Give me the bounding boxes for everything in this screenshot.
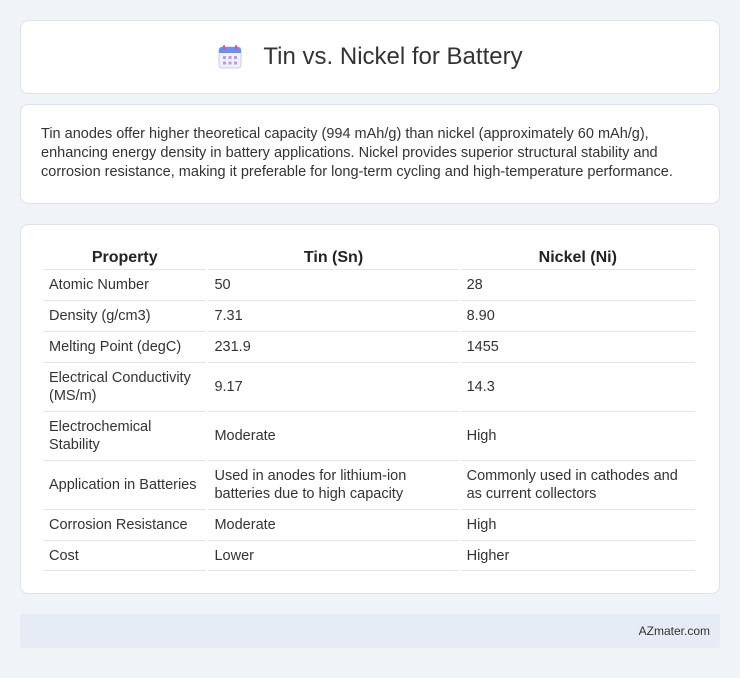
header-property: Property bbox=[91, 249, 158, 266]
nickel-value-cell: 8.90 bbox=[460, 300, 695, 331]
header: Tin vs. Nickel for Battery bbox=[217, 43, 523, 71]
table-row: Melting Point (degC) 231.9 1455 bbox=[43, 331, 695, 362]
nickel-value-cell: High bbox=[460, 509, 695, 540]
property-cell: Corrosion Resistance bbox=[43, 509, 207, 540]
summary-text: Tin anodes offer higher theoretical capa… bbox=[41, 126, 673, 180]
table-row: Cost Lower Higher bbox=[43, 540, 695, 571]
tin-value-cell: 50 bbox=[208, 269, 459, 300]
table-row: Electrical Conductivity (MS/m) 9.17 14.3 bbox=[43, 362, 695, 411]
property-cell: Density (g/cm3) bbox=[43, 300, 207, 331]
tin-value-cell: Lower bbox=[208, 540, 459, 571]
tin-value-cell: Used in anodes for lithium-ion batteries… bbox=[208, 460, 459, 509]
nickel-value-cell: 28 bbox=[460, 269, 695, 300]
header-card: Tin vs. Nickel for Battery bbox=[20, 20, 720, 94]
property-cell: Atomic Number bbox=[43, 269, 207, 300]
nickel-value-cell: Commonly used in cathodes and as current… bbox=[460, 460, 695, 509]
tin-value-cell: 9.17 bbox=[208, 362, 459, 411]
calendar-icon bbox=[218, 45, 242, 69]
tin-value-cell: Moderate bbox=[208, 411, 459, 460]
table-row: Electrochemical Stability Moderate High bbox=[43, 411, 695, 460]
page-title: Tin vs. Nickel for Battery bbox=[263, 43, 523, 70]
footer-site-name: AZmater.com bbox=[638, 624, 710, 638]
nickel-value-cell: Higher bbox=[460, 540, 695, 571]
nickel-value-cell: 1455 bbox=[460, 331, 695, 362]
tin-value-cell: 231.9 bbox=[208, 331, 459, 362]
tin-value-cell: 7.31 bbox=[208, 300, 459, 331]
property-cell: Application in Batteries bbox=[43, 460, 207, 509]
property-cell: Electrical Conductivity (MS/m) bbox=[43, 362, 207, 411]
property-cell: Electrochemical Stability bbox=[43, 411, 207, 460]
nickel-value-cell: 14.3 bbox=[460, 362, 695, 411]
property-cell: Cost bbox=[43, 540, 207, 571]
comparison-table-card: Property Tin (Sn) Nickel (Ni) Atomic Num… bbox=[20, 224, 720, 594]
table-header-row: Property Tin (Sn) Nickel (Ni) bbox=[43, 245, 695, 269]
summary-card: Tin anodes offer higher theoretical capa… bbox=[20, 104, 720, 204]
header-tin: Tin (Sn) bbox=[303, 249, 364, 266]
table-row: Corrosion Resistance Moderate High bbox=[43, 509, 695, 540]
table-row: Atomic Number 50 28 bbox=[43, 269, 695, 300]
table-row: Density (g/cm3) 7.31 8.90 bbox=[43, 300, 695, 331]
footer: AZmater.com bbox=[20, 614, 720, 648]
header-nickel: Nickel (Ni) bbox=[538, 249, 617, 266]
comparison-table: Property Tin (Sn) Nickel (Ni) Atomic Num… bbox=[41, 245, 697, 571]
nickel-value-cell: High bbox=[460, 411, 695, 460]
table-row: Application in Batteries Used in anodes … bbox=[43, 460, 695, 509]
tin-value-cell: Moderate bbox=[208, 509, 459, 540]
property-cell: Melting Point (degC) bbox=[43, 331, 207, 362]
